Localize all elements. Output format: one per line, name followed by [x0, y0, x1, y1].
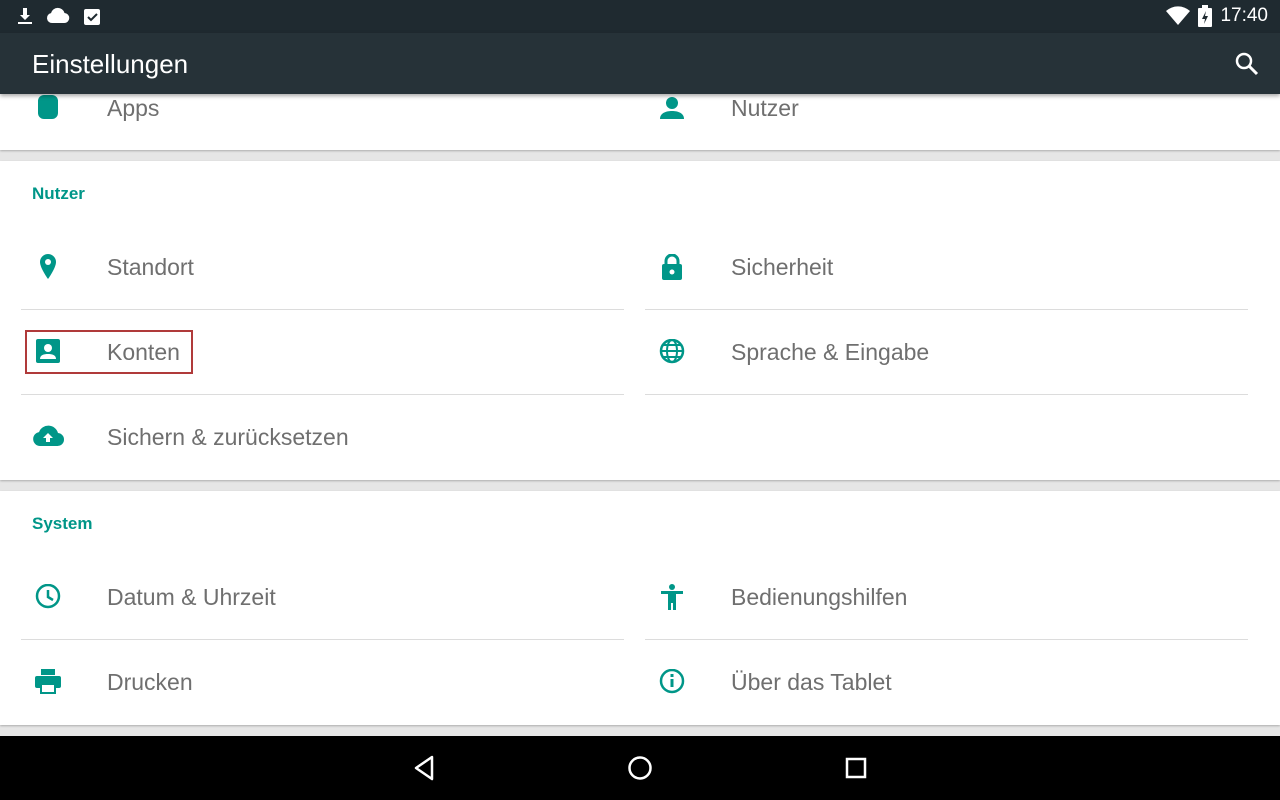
home-icon[interactable] — [625, 753, 655, 783]
settings-item-label: Bedienungshilfen — [731, 584, 908, 610]
info-icon — [659, 669, 685, 694]
system-indicators: 17:40 — [1166, 5, 1268, 27]
cloud-upload-icon — [33, 425, 65, 447]
account-box-icon — [36, 339, 60, 363]
device-section-card: Apps Nutzer — [0, 94, 1280, 150]
location-icon — [40, 254, 56, 279]
search-icon[interactable] — [1234, 51, 1260, 77]
accessibility-icon — [661, 584, 683, 610]
settings-item-sprache-eingabe[interactable]: Sprache & Eingabe — [645, 310, 1248, 394]
settings-item-label: Datum & Uhrzeit — [107, 584, 276, 610]
wifi-icon — [1166, 6, 1191, 26]
settings-item-label: Sichern & zurücksetzen — [107, 424, 349, 450]
clock-time: 17:40 — [1220, 5, 1268, 26]
settings-item-drucken[interactable]: Drucken — [21, 640, 624, 724]
person-icon — [660, 97, 684, 119]
clipboard-check-icon — [84, 9, 100, 25]
navigation-bar — [0, 736, 1280, 800]
android-icon — [38, 95, 58, 119]
settings-item-label: Sicherheit — [731, 254, 834, 280]
lock-icon — [662, 254, 682, 280]
globe-icon — [659, 339, 685, 364]
notification-icons — [16, 6, 102, 26]
download-icon — [18, 8, 32, 24]
status-bar: 17:40 — [0, 0, 1280, 33]
settings-item-label: Konten — [107, 339, 180, 365]
settings-item-sichern-zuruecksetzen[interactable]: Sichern & zurücksetzen — [21, 395, 624, 479]
clock-icon — [35, 584, 61, 609]
settings-item-label: Apps — [107, 95, 160, 121]
settings-item-bedienungshilfen[interactable]: Bedienungshilfen — [645, 555, 1248, 639]
divider — [645, 394, 1248, 395]
settings-item-label: Drucken — [107, 669, 193, 695]
section-header: System — [32, 514, 93, 533]
settings-item-label: Über das Tablet — [731, 669, 892, 695]
settings-item-datum-uhrzeit[interactable]: Datum & Uhrzeit — [21, 555, 624, 639]
app-bar: Einstellungen — [0, 33, 1280, 94]
page-title: Einstellungen — [32, 49, 189, 79]
cloud-icon — [46, 7, 70, 24]
recents-icon[interactable] — [841, 753, 871, 783]
settings-item-konten[interactable]: Konten — [21, 310, 624, 394]
back-icon[interactable] — [410, 753, 440, 783]
settings-item-ueber-das-tablet[interactable]: Über das Tablet — [645, 640, 1248, 724]
printer-icon — [35, 669, 61, 694]
settings-item-sicherheit[interactable]: Sicherheit — [645, 225, 1248, 309]
battery-icon — [1198, 5, 1213, 27]
system-section-card: System Datum & Uhrzeit Bedienungshilfen … — [0, 491, 1280, 725]
nutzer-section-card: Nutzer Standort Sicherheit Konten Sprach… — [0, 161, 1280, 480]
settings-item-standort[interactable]: Standort — [21, 225, 624, 309]
settings-item-label: Standort — [107, 254, 194, 280]
settings-item-label: Nutzer — [731, 95, 799, 121]
section-header: Nutzer — [32, 184, 85, 203]
settings-item-label: Sprache & Eingabe — [731, 339, 930, 365]
